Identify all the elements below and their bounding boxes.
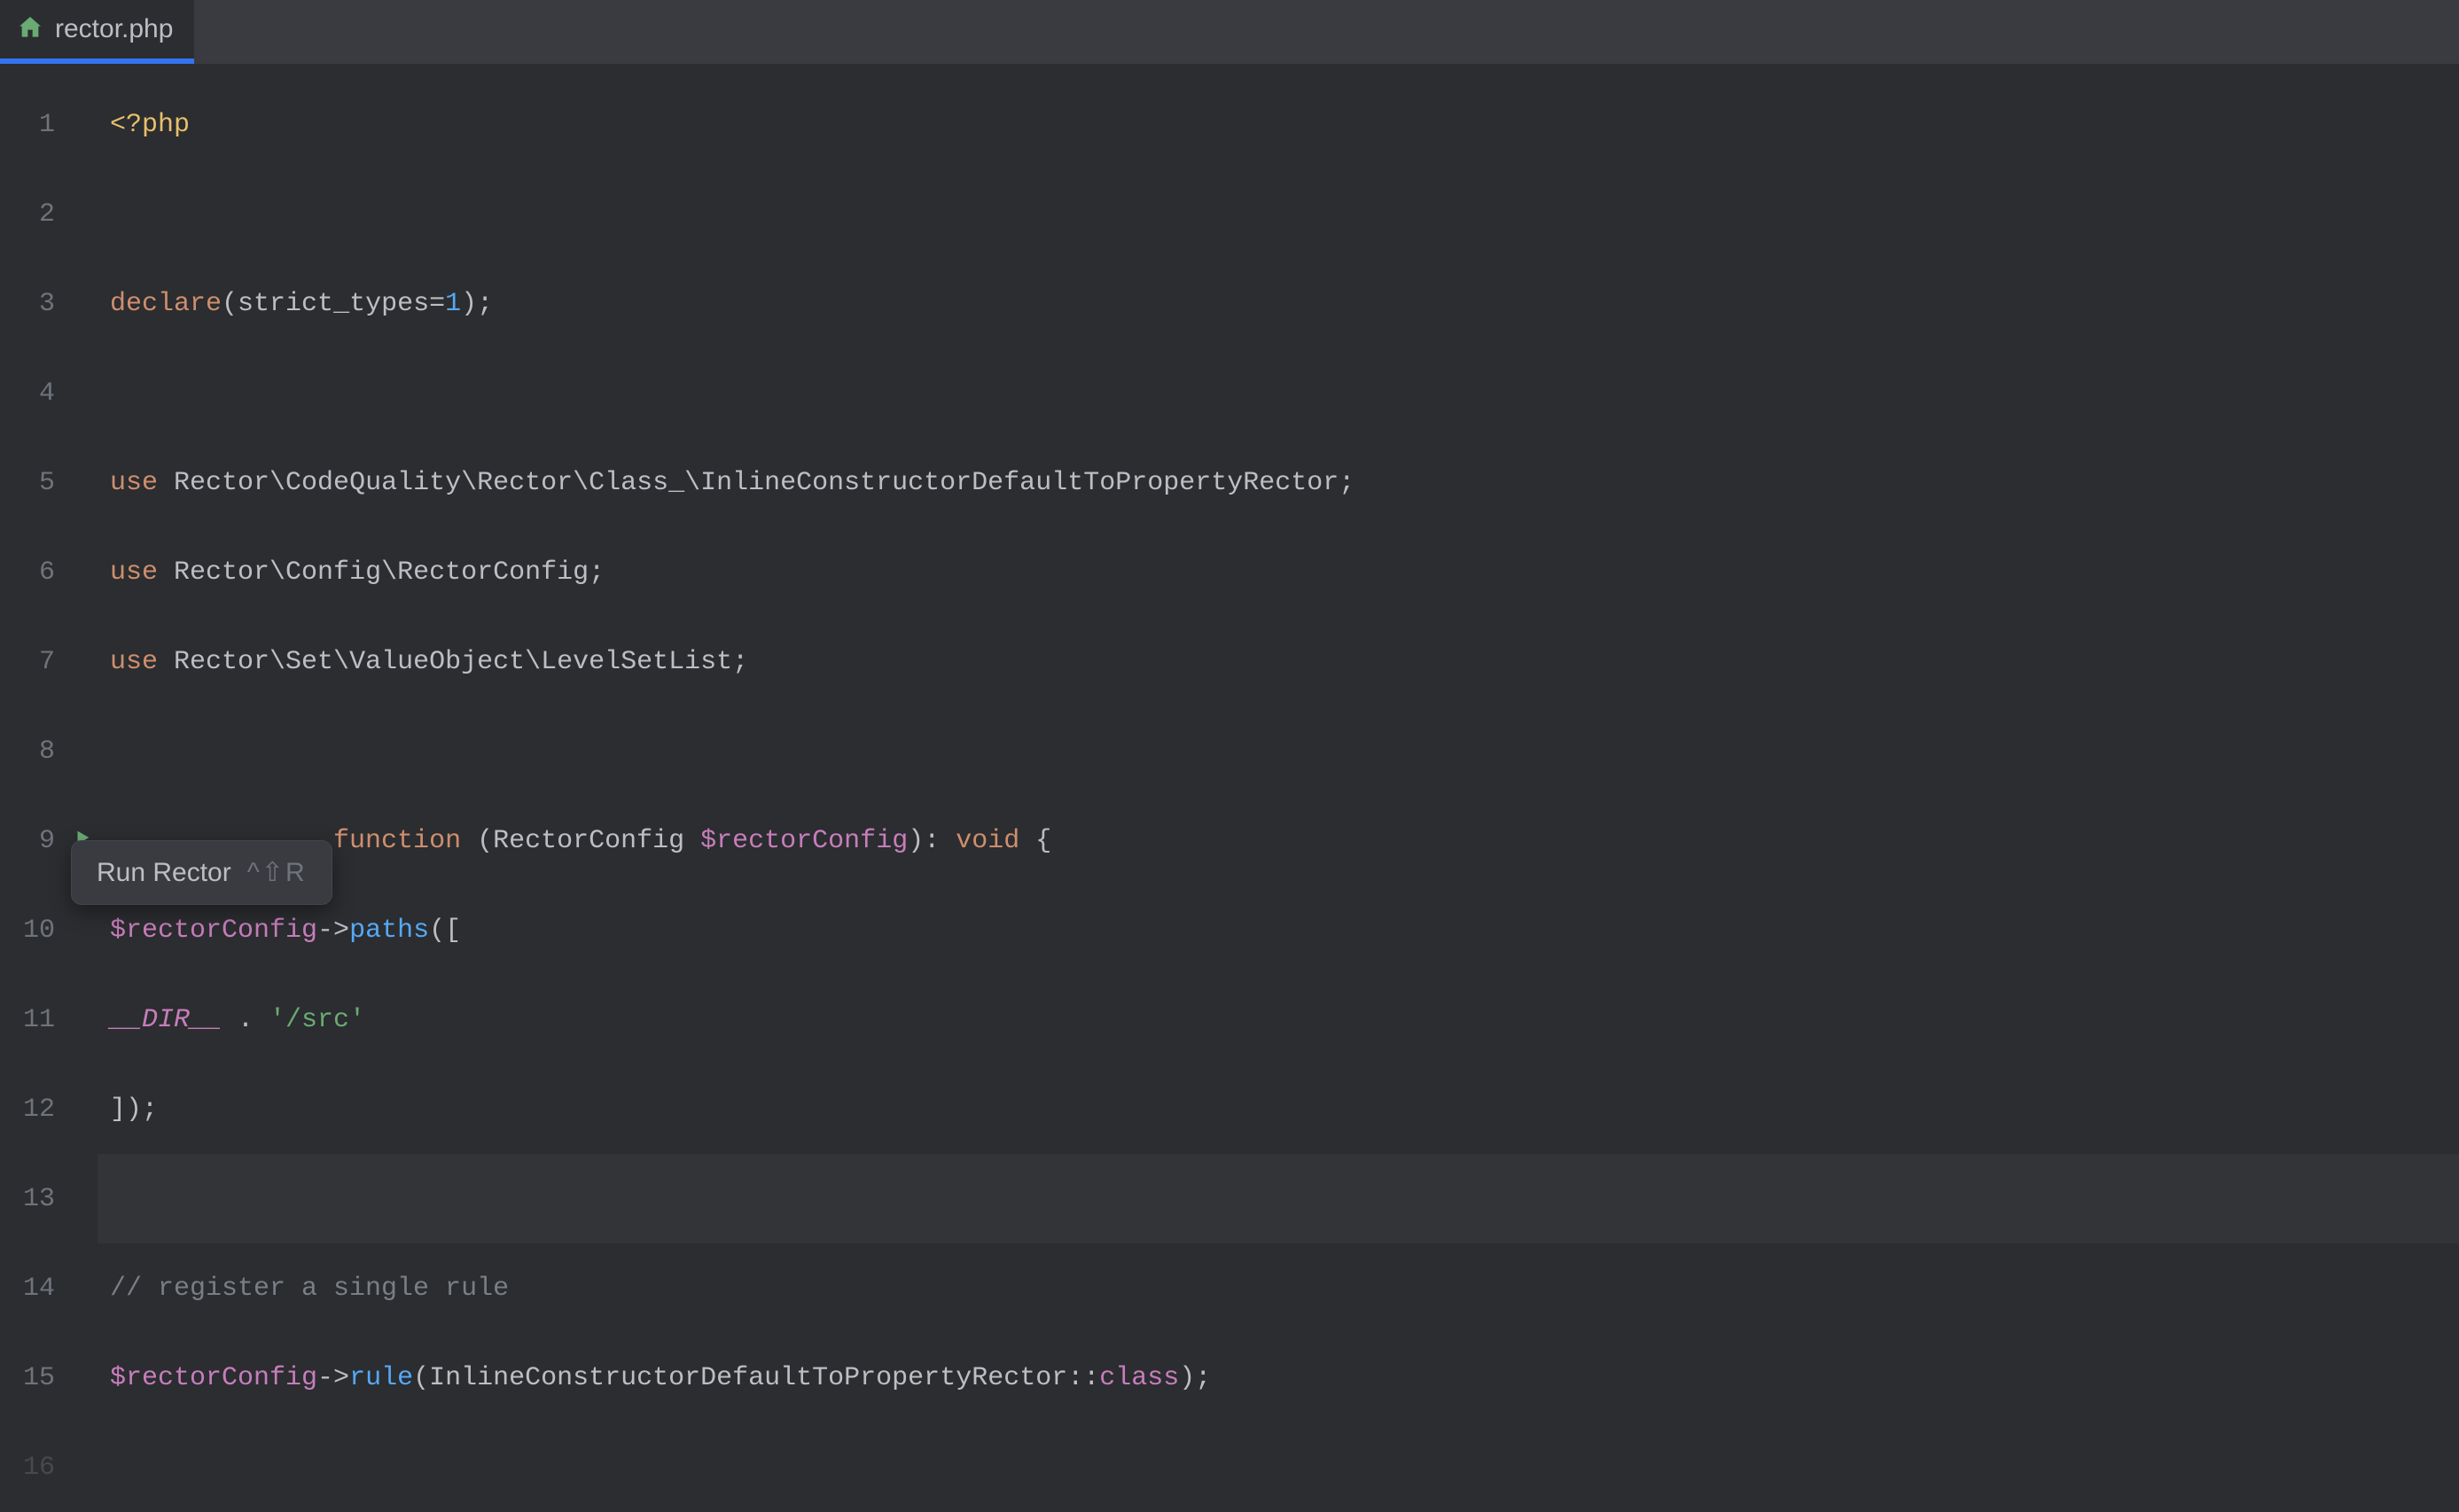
semicolon: ;: [589, 557, 605, 588]
close-array: ]);: [110, 1095, 158, 1125]
line-number[interactable]: 3: [0, 259, 98, 348]
kw-declare: declare: [110, 289, 222, 319]
code-line-10[interactable]: $rectorConfig->paths([: [98, 885, 2459, 975]
var-rectorconfig: $rectorConfig: [700, 826, 908, 856]
var-rectorconfig: $rectorConfig: [110, 916, 317, 946]
php-open-tag: <?php: [110, 110, 190, 140]
code-line-8[interactable]: [98, 706, 2459, 796]
code-line-13[interactable]: [98, 1154, 2459, 1243]
line-number[interactable]: 7: [0, 617, 98, 706]
line-number[interactable]: 5: [0, 438, 98, 527]
code-line-3[interactable]: declare(strict_types=1);: [98, 259, 2459, 348]
open-paren: (: [222, 289, 238, 319]
semicolon: ;: [1339, 468, 1354, 498]
line-number[interactable]: 6: [0, 527, 98, 617]
code-line-6[interactable]: use Rector\Config\RectorConfig;: [98, 527, 2459, 617]
code-line-2[interactable]: [98, 169, 2459, 259]
code-line-4[interactable]: [98, 348, 2459, 438]
namespace: Rector\CodeQuality\Rector\Class_\InlineC…: [174, 468, 1339, 498]
tab-bar: rector.php: [0, 0, 2459, 64]
code-area[interactable]: <?php declare(strict_types=1); use Recto…: [98, 64, 2459, 1438]
line-number[interactable]: 15: [0, 1333, 98, 1422]
tab-filename: rector.php: [55, 14, 173, 44]
namespace: Rector\Set\ValueObject\LevelSetList: [174, 647, 732, 677]
run-rector-tooltip[interactable]: Run Rector ^⇧R: [71, 840, 332, 905]
kw-use: use: [110, 557, 158, 588]
var-rectorconfig: $rectorConfig: [110, 1363, 317, 1393]
num-1: 1: [445, 289, 461, 319]
tooltip-shortcut: ^⇧R: [247, 857, 307, 888]
line-number[interactable]: 11: [0, 975, 98, 1064]
line-number[interactable]: 16: [0, 1422, 98, 1512]
equals: =: [429, 289, 445, 319]
comment: // register a single rule: [110, 1274, 509, 1304]
call-paths: paths: [349, 916, 429, 946]
code-line-12[interactable]: ]);: [98, 1064, 2459, 1154]
const-dir: __DIR__: [110, 1005, 222, 1035]
string-src: '/src': [269, 1005, 365, 1035]
return-void: void: [956, 826, 1019, 856]
line-number[interactable]: 2: [0, 169, 98, 259]
editor: 1 2 3 4 5 6 7 8 9 10 11 12 13 14 15 16 <…: [0, 64, 2459, 1438]
code-line-5[interactable]: use Rector\CodeQuality\Rector\Class_\Inl…: [98, 438, 2459, 527]
class-name: InlineConstructorDefaultToPropertyRector: [429, 1363, 1067, 1393]
line-number[interactable]: 1: [0, 80, 98, 169]
code-line-1[interactable]: <?php: [98, 80, 2459, 169]
kw-function: function: [333, 826, 461, 856]
line-number[interactable]: 12: [0, 1064, 98, 1154]
close-paren-semi: );: [461, 289, 493, 319]
code-line-15[interactable]: $rectorConfig->rule(InlineConstructorDef…: [98, 1333, 2459, 1422]
tooltip-label: Run Rector: [97, 858, 231, 888]
line-number[interactable]: 13: [0, 1154, 98, 1243]
kw-use: use: [110, 468, 158, 498]
kw-use: use: [110, 647, 158, 677]
code-line-11[interactable]: __DIR__ . '/src': [98, 975, 2459, 1064]
line-number[interactable]: 8: [0, 706, 98, 796]
class-keyword: class: [1099, 1363, 1179, 1393]
home-icon: [16, 13, 44, 46]
line-number[interactable]: 14: [0, 1243, 98, 1333]
code-line-9[interactable]: return static function (RectorConfig $re…: [98, 796, 2459, 885]
editor-tab-rector-php[interactable]: rector.php: [0, 0, 194, 64]
line-number[interactable]: 4: [0, 348, 98, 438]
code-line-14[interactable]: // register a single rule: [98, 1243, 2459, 1333]
code-line-7[interactable]: use Rector\Set\ValueObject\LevelSetList;: [98, 617, 2459, 706]
call-rule: rule: [349, 1363, 413, 1393]
line-number-text: 9: [39, 826, 55, 856]
namespace: Rector\Config\RectorConfig: [174, 557, 589, 588]
semicolon: ;: [732, 647, 748, 677]
gutter: 1 2 3 4 5 6 7 8 9 10 11 12 13 14 15 16: [0, 64, 98, 1438]
ident-strict-types: strict_types: [238, 289, 429, 319]
type-rectorconfig: RectorConfig: [493, 826, 684, 856]
